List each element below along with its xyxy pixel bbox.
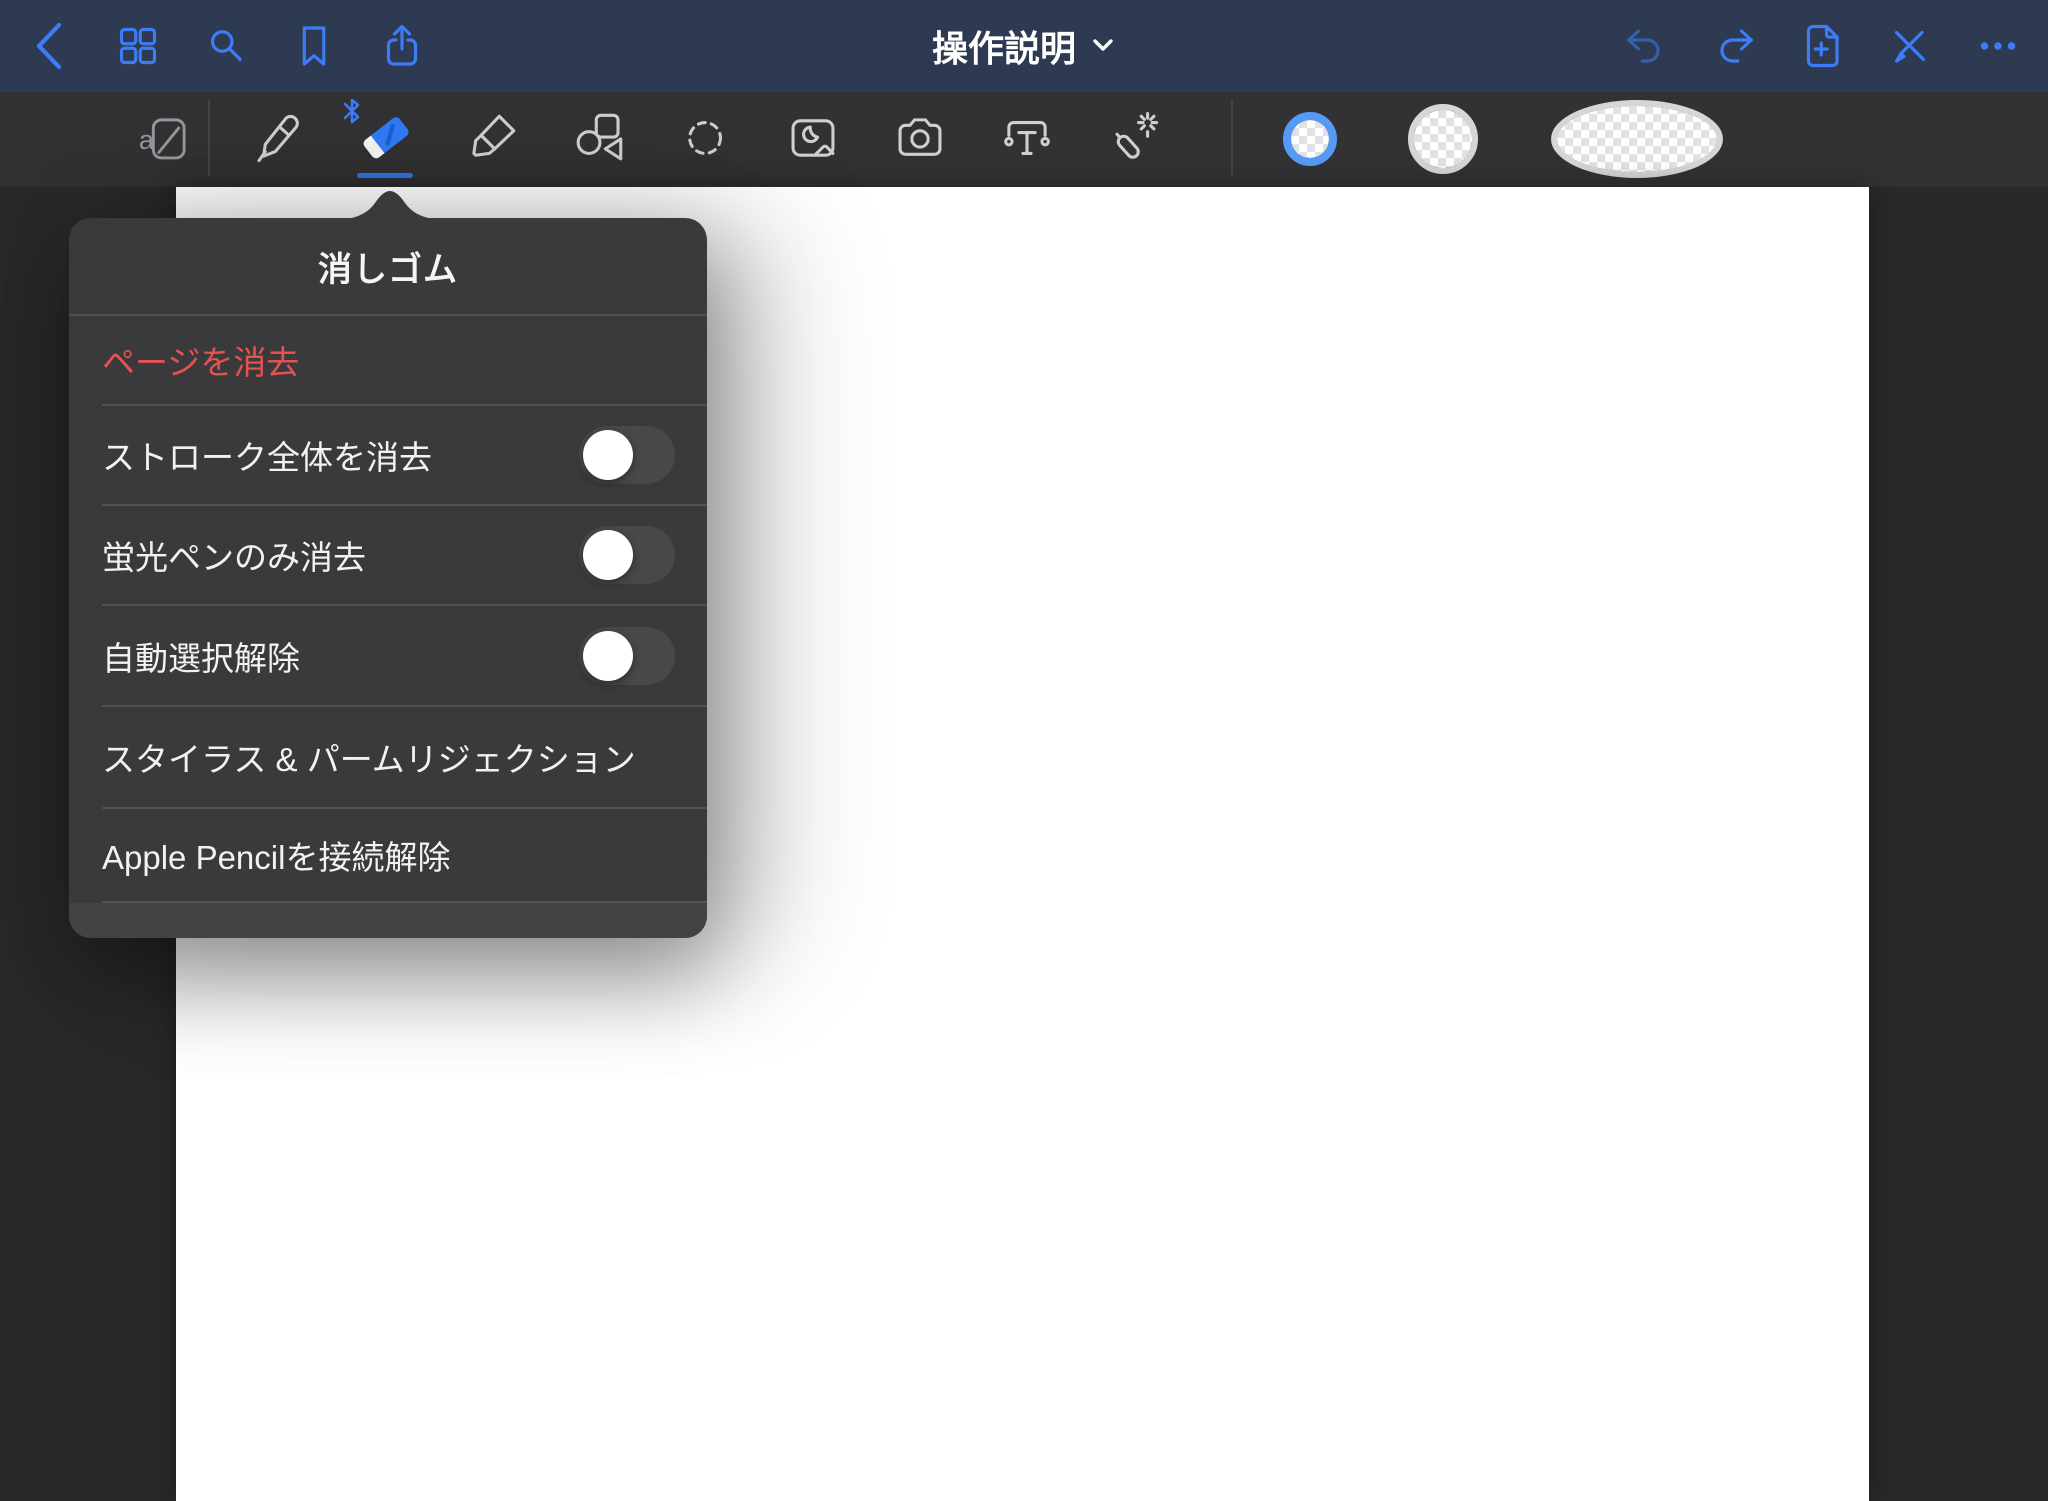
highlighter-tool-button[interactable] (460, 106, 524, 170)
toggle-knob (583, 430, 633, 480)
undo-icon (1622, 22, 1670, 70)
toolbar: a (0, 92, 2048, 187)
more-button[interactable] (1974, 18, 2022, 74)
navbar: 操作説明 (0, 0, 2048, 92)
eraser-tool-button[interactable] (353, 106, 417, 170)
image-tool-button[interactable] (781, 106, 845, 170)
bookmark-icon (290, 22, 338, 70)
stylus-toggle-button[interactable] (1886, 18, 1934, 74)
document-mode-icon: a (137, 109, 195, 167)
search-icon (202, 22, 250, 70)
lasso-icon (677, 109, 735, 167)
popover-footer (69, 903, 707, 938)
shapes-icon (570, 109, 628, 167)
thumbnails-button[interactable] (114, 18, 162, 74)
app-screen: 操作説明 (0, 0, 2048, 1501)
redo-icon (1710, 22, 1758, 70)
svg-text:a: a (139, 124, 155, 155)
toggle-knob (583, 631, 633, 681)
menu-item-stylus-palm-rejection[interactable]: スタイラス & パームリジェクション (69, 707, 707, 807)
share-icon (378, 22, 426, 70)
highlighter-icon (463, 109, 521, 167)
toolbar-separator (208, 100, 210, 176)
toolbar-separator (1231, 100, 1233, 176)
popover-arrow (345, 191, 435, 224)
toggle-auto-deselect[interactable] (579, 627, 675, 685)
menu-item-label: 自動選択解除 (102, 632, 300, 680)
eraser-icon (354, 107, 416, 169)
menu-item-erase-highlighter-only: 蛍光ペンのみ消去 (69, 506, 707, 604)
document-title[interactable]: 操作説明 (932, 0, 1116, 92)
eraser-size-medium[interactable] (1408, 104, 1478, 174)
stylus-crossed-icon (1886, 22, 1934, 70)
lasso-tool-button[interactable] (674, 106, 738, 170)
workspace: 消しゴム ページを消去 ストローク全体を消去 蛍光ペンのみ消去 自動選択解除 (0, 187, 2048, 1501)
undo-button[interactable] (1622, 18, 1670, 74)
eraser-popover: 消しゴム ページを消去 ストローク全体を消去 蛍光ペンのみ消去 自動選択解除 (69, 218, 707, 938)
back-button[interactable] (26, 18, 74, 74)
text-tool-button[interactable] (995, 106, 1059, 170)
menu-item-label: ページを消去 (102, 336, 299, 384)
add-page-icon (1798, 22, 1846, 70)
menu-item-label: ストローク全体を消去 (102, 431, 432, 479)
menu-item-erase-page[interactable]: ページを消去 (69, 316, 707, 404)
pen-icon (249, 109, 307, 167)
share-button[interactable] (378, 18, 426, 74)
document-title-label: 操作説明 (932, 20, 1076, 72)
text-icon (998, 109, 1056, 167)
eraser-size-large[interactable] (1551, 100, 1723, 178)
menu-item-label: Apple Pencilを接続解除 (102, 831, 450, 879)
pen-tool-button[interactable] (246, 106, 310, 170)
chevron-down-icon (1090, 25, 1116, 67)
redo-button[interactable] (1710, 18, 1758, 74)
menu-item-label: 蛍光ペンのみ消去 (102, 531, 366, 579)
add-page-button[interactable] (1798, 18, 1846, 74)
search-button[interactable] (202, 18, 250, 74)
laser-pointer-tool-button[interactable] (1102, 106, 1166, 170)
camera-icon (891, 109, 949, 167)
image-icon (784, 109, 842, 167)
menu-item-disconnect-apple-pencil[interactable]: Apple Pencilを接続解除 (69, 809, 707, 901)
toggle-erase-entire-stroke[interactable] (579, 426, 675, 484)
navbar-right-group (1622, 0, 2022, 92)
bluetooth-icon (341, 96, 363, 126)
document-mode-button[interactable]: a (134, 106, 198, 170)
menu-item-label: スタイラス & パームリジェクション (102, 733, 636, 781)
toggle-knob (583, 530, 633, 580)
bookmark-button[interactable] (290, 18, 338, 74)
eraser-size-small[interactable] (1283, 112, 1337, 166)
laser-pointer-icon (1105, 109, 1163, 167)
menu-item-erase-entire-stroke: ストローク全体を消去 (69, 406, 707, 504)
ellipsis-icon (1974, 22, 2022, 70)
menu-item-auto-deselect: 自動選択解除 (69, 606, 707, 705)
back-chevron-icon (28, 17, 72, 75)
popover-title: 消しゴム (69, 218, 707, 314)
grid-icon (114, 22, 162, 70)
navbar-left-group (26, 0, 426, 92)
toggle-erase-highlighter-only[interactable] (579, 526, 675, 584)
camera-tool-button[interactable] (888, 106, 952, 170)
shapes-tool-button[interactable] (567, 106, 631, 170)
